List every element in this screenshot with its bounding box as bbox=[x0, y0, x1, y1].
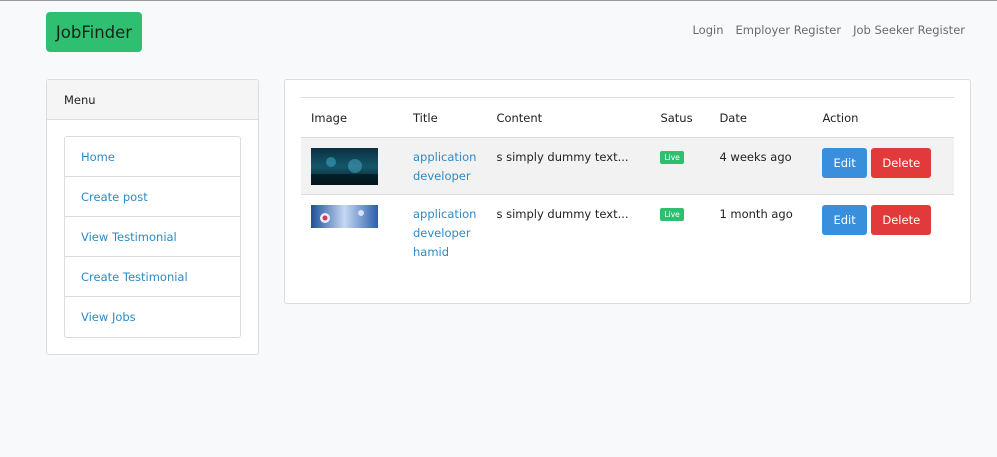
edit-button[interactable]: Edit bbox=[822, 205, 867, 235]
column-header-date: Date bbox=[719, 110, 747, 125]
menu-item-create-post[interactable]: Create post bbox=[65, 177, 240, 217]
action-cell: Edit Delete bbox=[812, 138, 954, 195]
status-badge: Live bbox=[660, 151, 684, 164]
edit-button[interactable]: Edit bbox=[822, 148, 867, 178]
status-cell: Live bbox=[650, 195, 709, 271]
post-title-line[interactable]: hamid bbox=[413, 243, 476, 262]
date-cell: 4 weeks ago bbox=[719, 150, 792, 164]
table-row: application developer s simply dummy tex… bbox=[301, 137, 954, 195]
nav-employer-register-link[interactable]: Employer Register bbox=[735, 23, 841, 37]
column-header-action: Action bbox=[822, 110, 859, 125]
status-badge: Live bbox=[660, 208, 684, 221]
action-cell: Edit Delete bbox=[812, 195, 954, 271]
menu-item-view-jobs[interactable]: View Jobs bbox=[65, 297, 240, 337]
image-cell bbox=[301, 195, 403, 271]
image-cell bbox=[301, 138, 403, 195]
menu-item-view-testimonial[interactable]: View Testimonial bbox=[65, 217, 240, 257]
menu-card: Menu Home Create post View Testimonial C… bbox=[46, 79, 259, 355]
menu-item-create-testimonial[interactable]: Create Testimonial bbox=[65, 257, 240, 297]
post-thumbnail bbox=[311, 205, 378, 228]
column-header-content: Content bbox=[496, 110, 543, 125]
table-row: application developer hamid s simply dum… bbox=[301, 194, 954, 271]
posts-card: Image Title Content Satus Date Action ap… bbox=[284, 79, 971, 304]
column-header-title: Title bbox=[413, 110, 438, 125]
date-cell: 1 month ago bbox=[719, 207, 793, 221]
title-cell: application developer hamid bbox=[403, 195, 486, 271]
menu-item-home[interactable]: Home bbox=[65, 137, 240, 177]
column-header-image: Image bbox=[311, 110, 348, 125]
table-header-row: Image Title Content Satus Date Action bbox=[301, 98, 954, 138]
status-cell: Live bbox=[650, 138, 709, 195]
post-thumbnail bbox=[311, 148, 378, 185]
nav-job-seeker-register-link[interactable]: Job Seeker Register bbox=[853, 23, 965, 37]
post-title-line[interactable]: application bbox=[413, 205, 476, 224]
delete-button[interactable]: Delete bbox=[871, 205, 932, 235]
nav-login-link[interactable]: Login bbox=[692, 23, 723, 37]
post-title-line[interactable]: application bbox=[413, 148, 476, 167]
content-cell: s simply dummy text... bbox=[496, 207, 629, 221]
content-cell: s simply dummy text... bbox=[496, 150, 629, 164]
menu-header: Menu bbox=[47, 80, 258, 120]
posts-table: Image Title Content Satus Date Action ap… bbox=[301, 97, 954, 270]
column-header-status: Satus bbox=[660, 110, 693, 125]
top-nav: Login Employer Register Job Seeker Regis… bbox=[692, 23, 965, 37]
title-cell: application developer bbox=[403, 138, 486, 195]
menu-list: Home Create post View Testimonial Create… bbox=[64, 136, 241, 338]
post-title-line[interactable]: developer bbox=[413, 167, 476, 186]
brand-logo[interactable]: JobFinder bbox=[46, 12, 142, 52]
post-title-line[interactable]: developer bbox=[413, 224, 476, 243]
delete-button[interactable]: Delete bbox=[871, 148, 932, 178]
